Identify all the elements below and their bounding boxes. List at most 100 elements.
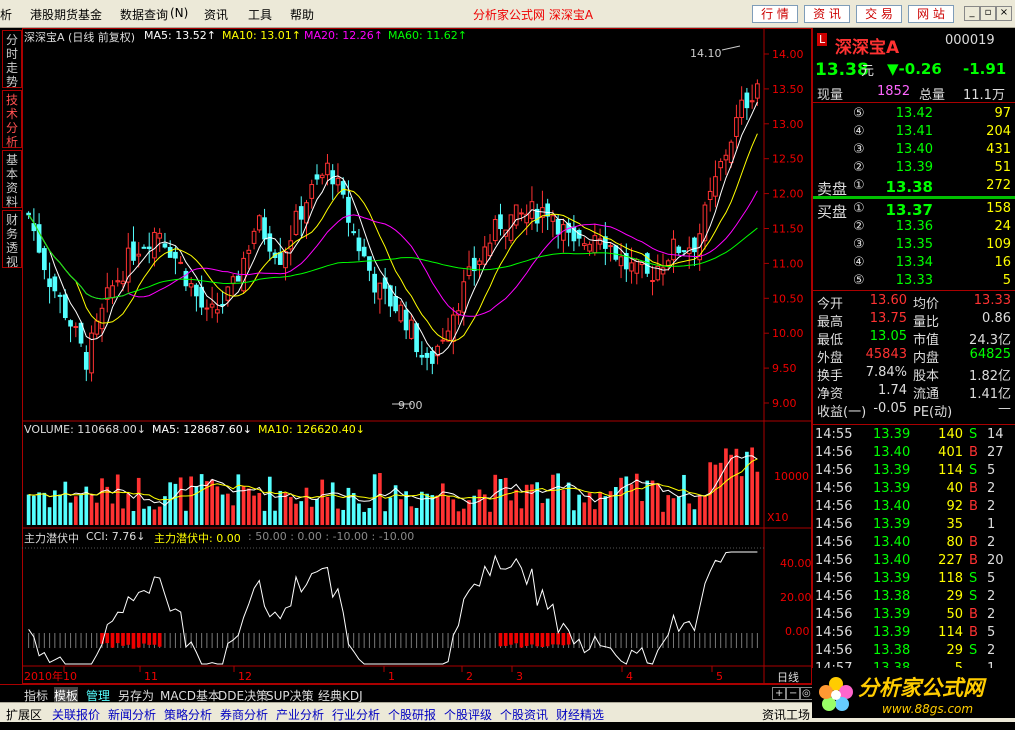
volume-bar [346,487,351,525]
volume-bar [231,505,235,525]
tick-volume: 114 [938,463,963,478]
tick-volume: 114 [938,625,963,640]
news-button[interactable]: 资 讯 [804,5,850,23]
period-label[interactable]: 日线 [777,669,799,685]
volume-bar [32,495,36,525]
volume-bar [456,511,461,525]
price-tick-label: 12.00 [772,188,804,201]
menu-item-hk-futures[interactable]: 港股期货基金 [30,6,102,23]
tab-extension[interactable]: 扩展区 [6,706,42,723]
candle-body [146,246,152,250]
tab-technical[interactable]: 技术分析 [2,90,22,149]
volume-bar [582,502,587,525]
trade-button[interactable]: 交 易 [856,5,902,23]
tab-intraday[interactable]: 分时走势 [2,30,22,89]
candle-body [99,307,105,330]
tick-side: B [969,607,978,622]
indicator-signal-bar [540,633,545,648]
candle-body [440,339,446,342]
candle-body [692,237,697,253]
tab-fundamentals[interactable]: 基本资料 [2,150,22,209]
tick-time: 14:56 [815,535,853,550]
tab-finance-picks[interactable]: 财经精选 [556,706,604,723]
tab-news-analysis[interactable]: 新闻分析 [108,706,156,723]
volume-bar [378,473,382,525]
volume-bar [246,488,251,525]
tab-strategy-analysis[interactable]: 策略分析 [164,706,212,723]
zoom-in-icon[interactable]: + [772,687,787,700]
quote-button[interactable]: 行 情 [752,5,798,23]
zoom-out-icon[interactable]: − [786,687,801,700]
high-arrow [721,45,741,51]
volume-bar [409,506,414,525]
volume-bar [341,509,346,525]
tab-news-workshop[interactable]: 资讯工场 [762,706,810,723]
tick-row: 14:56 13.39 118 S 5 [813,570,1015,588]
menu-item-tools[interactable]: 工具 [248,6,272,23]
tick-row: 14:56 13.38 29 S 2 [813,588,1015,606]
bid-price: 13.35 [895,237,933,252]
volume-bar [598,491,602,525]
tick-price: 13.40 [873,499,911,514]
tick-side: S [969,589,978,604]
indicator-signal-bar [147,633,152,645]
tab-financials[interactable]: 财务透视 [2,210,22,269]
tab-stock-rating[interactable]: 个股评级 [444,706,492,723]
tab-related-quotes[interactable]: 关联报价 [52,706,100,723]
tab-stock-news[interactable]: 个股资讯 [500,706,548,723]
candle-body [152,231,157,259]
restore-icon[interactable]: ▫ [980,6,996,21]
stat-value: 13.75 [869,311,907,326]
volume-bar [435,495,440,525]
tick-time: 14:56 [815,589,853,604]
tab-sector-analysis[interactable]: 行业分析 [332,706,380,723]
volume-legend: VOLUME: 110668.00↓ [24,423,146,436]
volume-bar [367,508,372,525]
candle-body [707,190,713,201]
volume-bar [503,477,508,525]
minimize-icon[interactable]: _ [964,6,980,21]
tick-volume: 80 [946,535,963,550]
settings-icon[interactable]: ◎ [800,687,813,700]
candle-body [304,202,309,224]
volume-bar [325,496,330,525]
stat-row: 换手 7.84% 股本 1.82亿 [813,364,1015,384]
kline-chart[interactable]: 14.00 13.50 13.00 12.50 12.00 11.50 11.00 10.50… [22,28,812,684]
tick-time: 14:55 [815,427,853,442]
menu-item-news[interactable]: 资讯 [204,6,228,23]
menu-item-help[interactable]: 帮助 [290,6,314,23]
tick-price: 13.39 [873,607,911,622]
volume-bar [178,477,183,525]
volume-bar [37,492,41,525]
volume-bar [309,506,314,525]
price-change: ▼-0.26 [887,60,942,78]
tab-broker-analysis[interactable]: 券商分析 [220,706,268,723]
bid-level: ④ [853,255,865,270]
volume-bar [514,489,519,525]
candle-body [498,214,503,230]
candle-body [194,284,199,297]
volume-bar [472,495,477,525]
bid-ask-divider [813,196,1015,199]
chart-area[interactable]: 14.00 13.50 13.00 12.50 12.00 11.50 11.00 10.50… [22,28,812,684]
website-button[interactable]: 网 站 [908,5,954,23]
volume-bar [73,496,78,525]
candle-body [52,276,58,292]
close-icon[interactable]: × [996,6,1012,21]
tick-row: 14:56 13.39 35 1 [813,516,1015,534]
indicator-signal-bar [136,633,141,648]
candle-body [367,256,372,271]
tab-industry-chain[interactable]: 产业分析 [276,706,324,723]
indicator-signal-bar [519,633,524,648]
candle-body [36,224,42,253]
tick-side: B [969,553,978,568]
stock-name: 深深宝A [835,38,900,58]
volume-bar [215,486,220,525]
menu-item-data-query[interactable]: 数据查询 [120,6,168,23]
tick-time: 14:56 [815,643,853,658]
tab-stock-reports[interactable]: 个股研报 [388,706,436,723]
menu-item-analysis[interactable]: 析 [0,6,12,23]
candle-body [671,238,676,261]
bid-price: 13.36 [895,219,933,234]
candle-body [492,219,498,242]
